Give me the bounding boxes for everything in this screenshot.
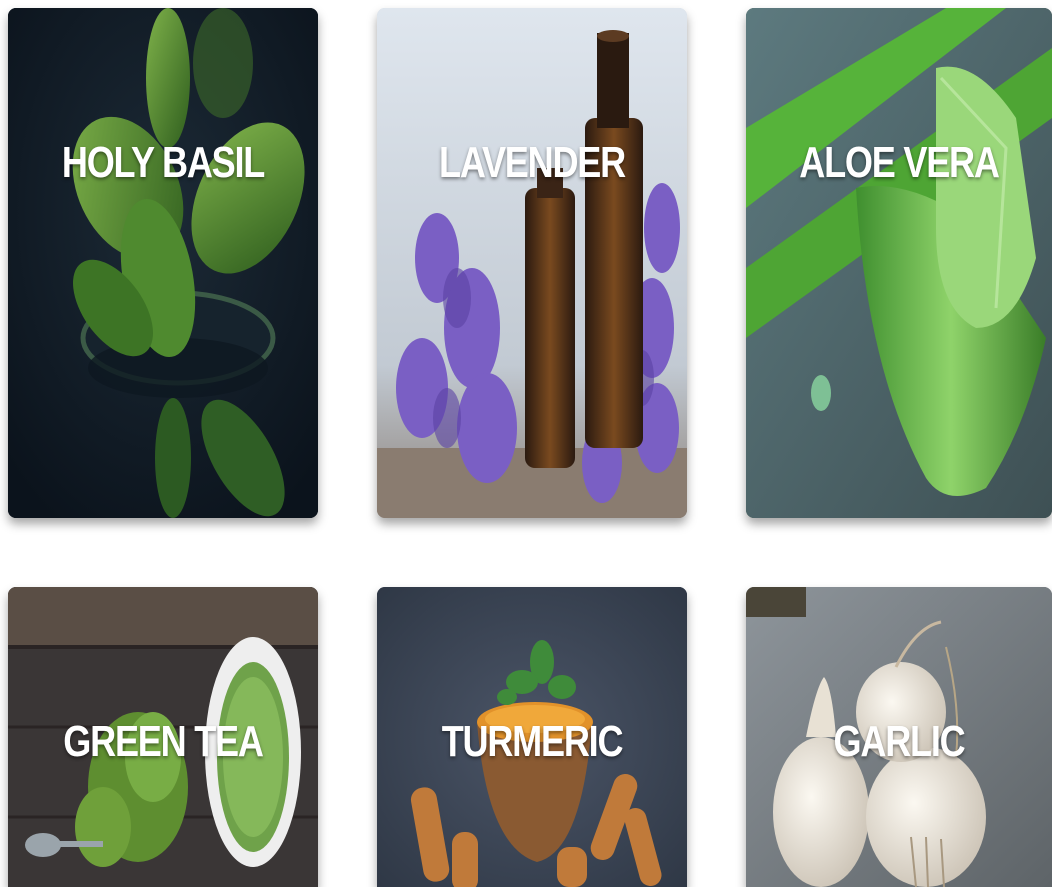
aloe-vera-image: [746, 8, 1052, 518]
herb-card-aloe-vera[interactable]: ALOE VERA: [746, 8, 1052, 518]
turmeric-image: [377, 587, 687, 887]
herb-card-holy-basil[interactable]: HOLY BASIL: [8, 8, 318, 518]
holy-basil-image: [8, 8, 318, 518]
lavender-image: [377, 8, 687, 518]
herb-card-lavender[interactable]: LAVENDER: [377, 8, 687, 518]
herb-card-turmeric[interactable]: TURMERIC: [377, 587, 687, 887]
green-tea-image: [8, 587, 318, 887]
herb-card-garlic[interactable]: GARLIC: [746, 587, 1052, 887]
garlic-image: [746, 587, 1052, 887]
herb-card-green-tea[interactable]: GREEN TEA: [8, 587, 318, 887]
